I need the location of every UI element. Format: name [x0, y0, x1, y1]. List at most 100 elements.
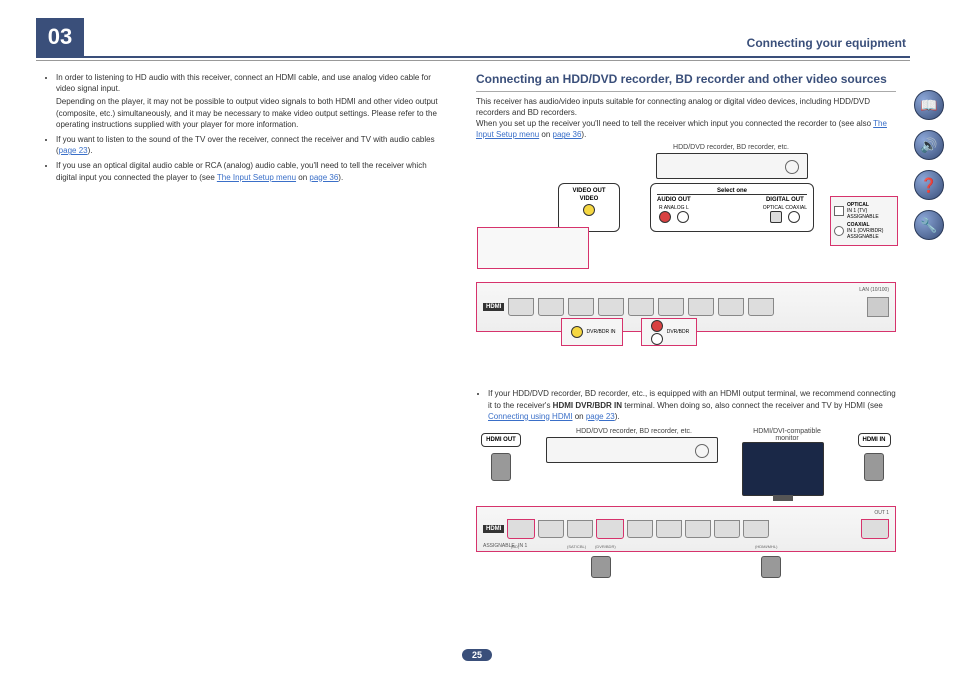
page-number: 25	[462, 649, 492, 661]
hdmi-port-icon	[685, 520, 711, 538]
d1-video-in-panel: DVR/BDR IN	[561, 318, 623, 346]
d2-out1: OUT 1	[874, 510, 889, 516]
d1-device-label: HDD/DVD recorder, BD recorder, etc.	[656, 144, 806, 151]
d1-lan-label: LAN (10/100)	[859, 287, 889, 293]
d1-video-label: VIDEO	[565, 196, 613, 202]
lb3-page[interactable]: page 36	[309, 173, 338, 182]
hdmi-port-icon	[688, 298, 714, 316]
coaxial-in-port-icon	[834, 226, 844, 236]
d1-dvr-bdr-in: DVR/BDR IN	[587, 329, 616, 335]
hdmi-port-icon	[748, 298, 774, 316]
lb3-b: ).	[338, 173, 343, 182]
chapter-number: 03	[36, 18, 84, 56]
d1-recorder-box	[656, 153, 808, 179]
monitor-icon	[742, 442, 824, 496]
d1-audio-callout: Select one AUDIO OUT R ANALOG L DIGITAL …	[650, 183, 814, 232]
d2-hdmi-in-callout: HDMI IN	[858, 433, 891, 447]
d1-detail-zoom-box	[477, 227, 589, 269]
header-rule-thick	[36, 56, 910, 58]
intro2-b: ).	[581, 130, 586, 139]
book-icon[interactable]: 📖	[914, 90, 944, 120]
section-heading: Connecting an HDD/DVD recorder, BD recor…	[476, 72, 896, 92]
lb2-a: If you want to listen to the sound of th…	[56, 135, 435, 155]
d2-p1: (BD)	[511, 544, 537, 549]
d1-audio-in-panel: DVR/BDR	[641, 318, 697, 346]
page-header-title: Connecting your equipment	[747, 36, 906, 50]
d2-recorder-box	[546, 437, 718, 463]
wrench-icon[interactable]: 🔧	[914, 210, 944, 240]
lb3-link[interactable]: The Input Setup menu	[217, 173, 296, 182]
hdmi-in1-port-icon	[507, 519, 535, 539]
d1-l: L	[686, 205, 689, 211]
d2-device-label: HDD/DVD recorder, BD recorder, etc.	[546, 428, 722, 435]
audio-r-in-jack-icon	[651, 320, 663, 332]
d2-assignable: ASSIGNABLE	[483, 543, 515, 549]
mb-bold: HDMI DVR/BDR IN	[553, 401, 622, 410]
mb-page[interactable]: page 23	[586, 412, 615, 421]
connection-diagram-1: HDD/DVD recorder, BD recorder, etc. VIDE…	[476, 144, 896, 332]
d1-select-one: Select one	[657, 188, 807, 195]
right-column: Connecting an HDD/DVD recorder, BD recor…	[476, 72, 896, 578]
composite-in-jack-icon	[571, 326, 583, 338]
d1-digital-out: DIGITAL OUT	[763, 197, 807, 203]
hdmi-port-icon	[656, 520, 682, 538]
hdmi-plug-icon	[491, 453, 511, 481]
speaker-icon[interactable]: 🔊	[914, 130, 944, 160]
left-bullet-1: In order to listening to HD audio with t…	[56, 72, 444, 130]
sidebar-nav-icons: 📖 🔊 ❓ 🔧	[914, 90, 944, 240]
hdmi-port-icon	[658, 298, 684, 316]
intro-p1: This receiver has audio/video inputs sui…	[476, 96, 896, 118]
hdmi-port-icon	[714, 520, 740, 538]
mid-bullet: If your HDD/DVD recorder, BD recorder, e…	[476, 388, 896, 422]
d2-p3: (SAT/CBL)	[567, 544, 593, 549]
left-bullet-2: If you want to listen to the sound of th…	[56, 134, 444, 156]
lb3-on: on	[296, 173, 309, 182]
hdmi-out1-port-icon	[861, 519, 889, 539]
d1-digital-in-panel: OPTICAL IN 1 (TV) ASSIGNABLE COAXIAL IN …	[830, 196, 898, 246]
hdmi-dvr-bdr-port-icon	[596, 519, 624, 539]
audio-l-in-jack-icon	[651, 333, 663, 345]
analog-r-jack-icon	[659, 211, 671, 223]
hdmi-plug-icon	[591, 556, 611, 578]
composite-video-jack-icon	[583, 204, 595, 216]
hdmi-port-icon	[538, 520, 564, 538]
mb-link[interactable]: Connecting using HDMI	[488, 412, 572, 421]
hdmi-port-icon	[538, 298, 564, 316]
d1-video-out-callout: VIDEO OUT VIDEO	[558, 183, 620, 232]
intro-p2: When you set up the receiver you'll need…	[476, 118, 896, 140]
d1-audio-out: AUDIO OUT	[657, 197, 691, 203]
d2-p9: (HDMI/MHL)	[755, 544, 781, 549]
hdmi-plug-icon	[761, 556, 781, 578]
intro2-a: When you set up the receiver you'll need…	[476, 119, 873, 128]
hdmi-port-icon	[598, 298, 624, 316]
hdmi-port-icon	[568, 298, 594, 316]
hdmi-port-icon	[628, 298, 654, 316]
hdmi-plug-icon	[864, 453, 884, 481]
optical-in-port-icon	[834, 206, 844, 216]
help-icon[interactable]: ❓	[914, 170, 944, 200]
hdmi-port-icon	[567, 520, 593, 538]
mb-b: terminal. When doing so, also connect th…	[622, 401, 883, 410]
left-bullet-3: If you use an optical digital audio cabl…	[56, 160, 444, 182]
intro2-on: on	[539, 130, 552, 139]
d1-dvr-bdr: DVR/BDR	[667, 329, 690, 335]
d1-video-out-label: VIDEO OUT	[565, 188, 613, 194]
header-rule-thin	[36, 60, 910, 61]
mb-c: ).	[615, 412, 620, 421]
d2-hdmi-label: HDMI	[483, 525, 504, 533]
sp-assign1: ASSIGNABLE	[847, 214, 879, 220]
coaxial-jack-icon	[788, 211, 800, 223]
d2-receiver-rear-panel: HDMI ASSIGNABLE IN 1 OUT 1 (BD) (SAT/CBL…	[476, 506, 896, 552]
intro2-page[interactable]: page 36	[553, 130, 582, 139]
hdmi-port-icon	[743, 520, 769, 538]
connection-diagram-2: HDMI OUT HDD/DVD recorder, BD recorder, …	[476, 428, 896, 578]
lb1-text: In order to listening to HD audio with t…	[56, 73, 431, 93]
lb2-link[interactable]: page 23	[59, 146, 88, 155]
hdmi-port-icon	[508, 298, 534, 316]
lb1-sub: Depending on the player, it may not be p…	[56, 96, 444, 130]
d1-hdmi-label: HDMI	[483, 303, 504, 311]
mb-on: on	[572, 412, 585, 421]
hdmi-port-icon	[627, 520, 653, 538]
d2-p4: (DVR/BDR)	[595, 544, 621, 549]
lan-port-icon	[867, 297, 889, 317]
